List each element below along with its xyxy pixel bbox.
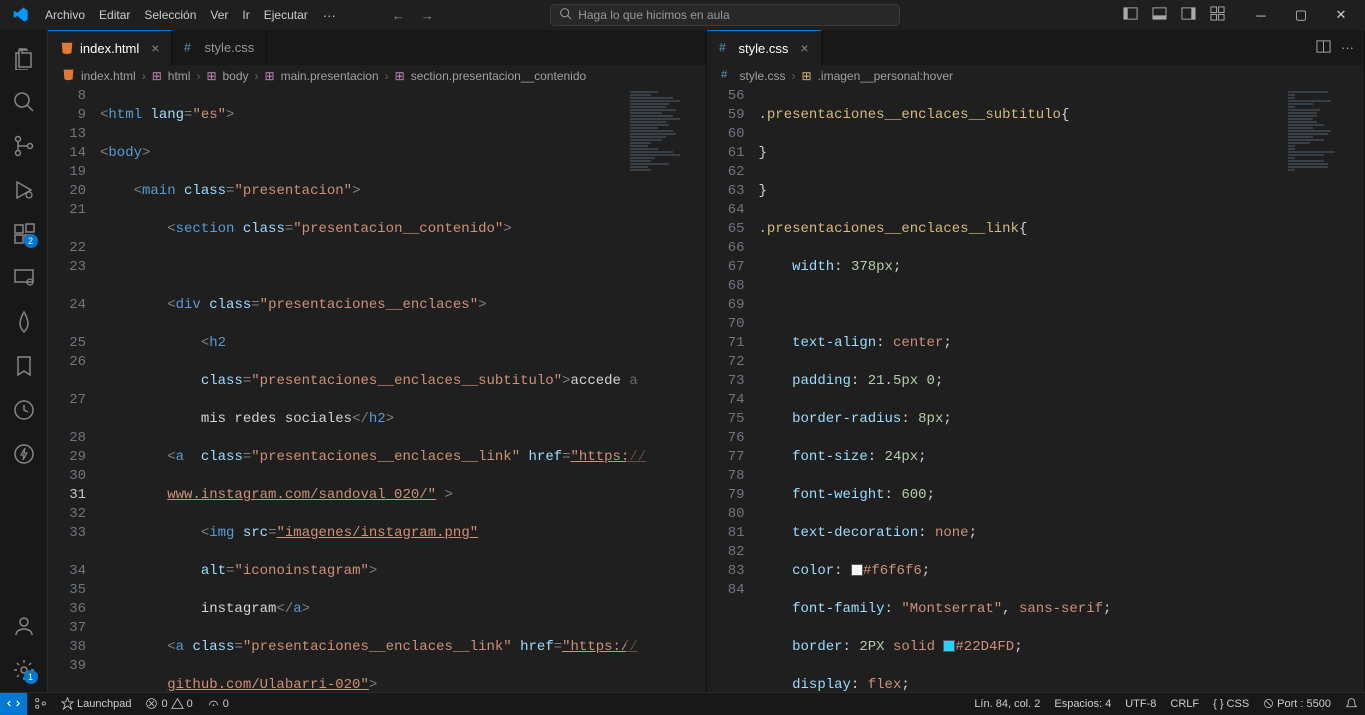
explorer-icon[interactable] [0, 36, 48, 80]
svg-text:#: # [721, 69, 728, 81]
close-icon[interactable]: × [151, 40, 159, 56]
tab-bar-left: index.html × # style.css [48, 30, 706, 65]
activity-bar: 2 1 [0, 30, 48, 692]
tab-style-css-right[interactable]: # style.css × [707, 30, 822, 65]
split-editor-icon[interactable] [1316, 39, 1331, 57]
remote-indicator[interactable] [0, 693, 27, 715]
window-close[interactable]: ✕ [1321, 0, 1361, 30]
breadcrumb-right[interactable]: # style.css› ⊞.imagen__personal:hover [707, 65, 1365, 87]
minimap-right[interactable] [1284, 87, 1364, 692]
menu-editar[interactable]: Editar [92, 0, 137, 30]
search-placeholder: Haga lo que hicimos en aula [578, 8, 729, 22]
tab-bar-right: # style.css × ··· [707, 30, 1365, 65]
nav-forward[interactable]: → [413, 8, 442, 23]
settings-badge: 1 [24, 670, 38, 684]
layout-customize-icon[interactable] [1204, 2, 1231, 28]
encoding-status[interactable]: UTF-8 [1118, 693, 1163, 715]
tab-label: style.css [739, 41, 789, 56]
menu-archivo[interactable]: Archivo [38, 0, 92, 30]
layout-panel-bottom-icon[interactable] [1146, 2, 1173, 28]
vscode-logo [10, 4, 32, 26]
indentation-status[interactable]: Espacios: 4 [1047, 693, 1118, 715]
menu-overflow[interactable]: ··· [315, 8, 344, 23]
nav-back[interactable]: ← [384, 8, 413, 23]
ports-status[interactable]: 0 [200, 693, 236, 715]
extensions-badge: 2 [24, 234, 38, 248]
menu-seleccion[interactable]: Selección [137, 0, 203, 30]
status-bar: Launchpad 0 0 0 Lín. 84, col. 2 Espacios… [0, 692, 1365, 714]
account-icon[interactable] [0, 604, 48, 648]
command-center[interactable]: Haga lo que hicimos en aula [550, 4, 900, 26]
mongodb-icon[interactable] [0, 300, 48, 344]
extensions-icon[interactable]: 2 [0, 212, 48, 256]
html-file-icon [60, 41, 74, 55]
css-file-icon: # [719, 41, 733, 55]
window-minimize[interactable]: ─ [1241, 0, 1281, 30]
css-file-icon: # [184, 41, 198, 55]
problems-status[interactable]: 0 0 [138, 693, 199, 715]
bookmark-icon[interactable] [0, 344, 48, 388]
notifications-icon[interactable] [1338, 693, 1365, 715]
launchpad-status[interactable]: Launchpad [54, 693, 138, 715]
svg-text:#: # [184, 41, 191, 55]
line-gutter: 5659606162636465666768697071727374757677… [707, 87, 759, 692]
language-status[interactable]: { }CSS [1206, 693, 1256, 715]
tab-label: index.html [80, 41, 139, 56]
menu-ir[interactable]: Ir [235, 0, 256, 30]
code-editor-right[interactable]: 5659606162636465666768697071727374757677… [707, 87, 1365, 692]
tab-index-html[interactable]: index.html × [48, 30, 172, 65]
thunder-client-icon[interactable] [0, 432, 48, 476]
minimap-left[interactable] [626, 87, 706, 692]
title-bar: Archivo Editar Selección Ver Ir Ejecutar… [0, 0, 1365, 30]
menu-ver[interactable]: Ver [203, 0, 235, 30]
more-actions-icon[interactable]: ··· [1341, 40, 1354, 55]
editor-group-left: index.html × # style.css index.html› ⊞ht… [48, 30, 707, 692]
line-gutter: 8913141920212223242526272829303132333435… [48, 87, 100, 692]
search-icon [559, 7, 572, 23]
css-file-icon: # [721, 68, 734, 84]
run-debug-icon[interactable] [0, 168, 48, 212]
remote-explorer-icon[interactable] [0, 256, 48, 300]
tab-label: style.css [204, 40, 254, 55]
window-maximize[interactable]: ▢ [1281, 0, 1321, 30]
layout-panel-right-icon[interactable] [1175, 2, 1202, 28]
menu-ejecutar[interactable]: Ejecutar [257, 0, 315, 30]
gitlens-icon[interactable] [0, 388, 48, 432]
editor-group-right: # style.css × ··· # style.css› ⊞.imagen_… [707, 30, 1365, 692]
live-server-status[interactable]: Port : 5500 [1256, 693, 1338, 715]
eol-status[interactable]: CRLF [1163, 693, 1206, 715]
cursor-position[interactable]: Lín. 84, col. 2 [967, 693, 1047, 715]
breadcrumb-left[interactable]: index.html› ⊞html› ⊞body› ⊞main.presenta… [48, 65, 706, 87]
svg-text:#: # [719, 41, 726, 55]
search-icon[interactable] [0, 80, 48, 124]
tab-style-css-left[interactable]: # style.css [172, 30, 267, 65]
close-icon[interactable]: × [800, 40, 808, 56]
source-control-icon[interactable] [0, 124, 48, 168]
code-editor-left[interactable]: 8913141920212223242526272829303132333435… [48, 87, 706, 692]
html-file-icon [62, 68, 75, 84]
gitlens-status[interactable] [27, 693, 54, 715]
settings-icon[interactable]: 1 [0, 648, 48, 692]
layout-panel-left-icon[interactable] [1117, 2, 1144, 28]
